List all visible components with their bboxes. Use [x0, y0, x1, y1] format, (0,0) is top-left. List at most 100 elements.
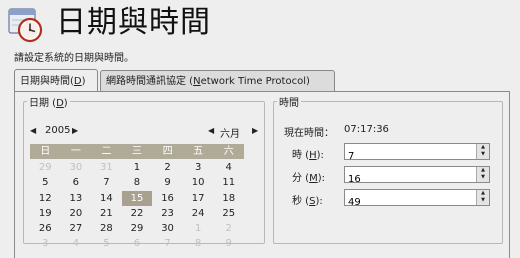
second-label-post: ): — [315, 196, 323, 207]
calendar-day[interactable]: 5 — [30, 175, 61, 190]
tab-date-time-mnemonic: D — [73, 76, 82, 87]
tab-ntp-mnemonic: N — [193, 76, 201, 87]
second-down-arrow-icon[interactable]: ▼ — [477, 197, 489, 204]
hour-label: 時 (H): — [292, 146, 324, 161]
calendar-nav: ◀ 2005 ▶ ◀ 六月 ▶ — [30, 125, 260, 140]
hour-label-post: ): — [316, 150, 324, 161]
weekday-label: 三 — [132, 146, 143, 157]
minute-label-pre: 分 ( — [292, 173, 310, 184]
calendar-grid: 29 30 31 1 2 3 4 5 6 7 8 9 10 11 12 13 14 15 16 17 18 19 20 21 2… — [30, 160, 244, 252]
calendar-day[interactable]: 7 — [152, 236, 183, 251]
calendar-day[interactable]: 8 — [122, 175, 153, 190]
current-time-label: 現在時間： — [284, 128, 334, 139]
weekday-label: 二 — [101, 146, 112, 157]
weekday-label: 四 — [162, 146, 173, 157]
calendar-day[interactable]: 21 — [91, 206, 122, 221]
date-legend-post: ) — [63, 98, 68, 109]
calendar-day[interactable]: 6 — [122, 236, 153, 251]
calendar-day[interactable]: 12 — [30, 191, 61, 206]
calendar-day[interactable]: 28 — [91, 221, 122, 236]
current-time-value: 07:17:36 — [344, 124, 389, 135]
calendar-day[interactable]: 25 — [213, 206, 244, 221]
second-spinbox: ▲▼ — [344, 189, 490, 210]
minute-spinbox: ▲▼ — [344, 166, 490, 187]
hour-input[interactable] — [345, 149, 479, 164]
calendar-day[interactable]: 30 — [61, 160, 92, 175]
time-frame: 時間 現在時間： 07:17:36 時 (H): ▲▼ 分 (M): ▲▼ 秒 … — [273, 94, 503, 244]
month-label: 六月 — [220, 129, 240, 140]
calendar-weekday-header: 日一二三四五六 — [30, 144, 244, 159]
calendar-day[interactable]: 4 — [213, 160, 244, 175]
tab-date-time-label-post: ) — [81, 76, 86, 87]
calendar-day[interactable]: 22 — [122, 206, 153, 221]
calendar-day[interactable]: 11 — [213, 175, 244, 190]
weekday-label: 六 — [223, 146, 234, 157]
calendar-clock-icon — [8, 8, 43, 43]
calendar-day[interactable]: 31 — [91, 160, 122, 175]
tab-ntp-label-pre: 網路時間通訊協定 ( — [106, 76, 194, 87]
calendar-day[interactable]: 7 — [91, 175, 122, 190]
calendar-day[interactable]: 2 — [152, 160, 183, 175]
calendar-day[interactable]: 16 — [152, 191, 183, 206]
tab-ntp-label-post: etwork Time Protocol) — [200, 76, 310, 87]
hour-spinbox: ▲▼ — [344, 143, 490, 164]
calendar-day[interactable]: 18 — [213, 191, 244, 206]
page-title: 日期與時間 — [56, 5, 211, 40]
calendar-day[interactable]: 14 — [91, 191, 122, 206]
calendar-day[interactable]: 8 — [183, 236, 214, 251]
page-subtitle: 請設定系統的日期與時間。 — [14, 53, 134, 64]
calendar-day[interactable]: 4 — [61, 236, 92, 251]
calendar-day[interactable]: 6 — [61, 175, 92, 190]
hour-label-pre: 時 ( — [292, 150, 310, 161]
date-frame: 日期 (D) ◀ 2005 ▶ ◀ 六月 ▶ 日一二三四五六 29 30 31 1 2 3… — [23, 94, 265, 249]
weekday-label: 一 — [70, 146, 81, 157]
hour-up-arrow-icon[interactable]: ▲ — [477, 144, 489, 151]
calendar-day[interactable]: 27 — [61, 221, 92, 236]
time-legend: 時間 — [279, 98, 299, 109]
date-legend-pre: 日期 ( — [29, 98, 57, 109]
calendar-day[interactable]: 17 — [183, 191, 214, 206]
tab-date-time[interactable]: 日期與時間(D) — [14, 69, 98, 92]
minute-down-arrow-icon[interactable]: ▼ — [477, 174, 489, 181]
calendar-day[interactable]: 9 — [152, 175, 183, 190]
tab-date-time-label-pre: 日期與時間( — [20, 76, 74, 87]
minute-mnemonic: M — [309, 173, 318, 184]
minute-label: 分 (M): — [292, 169, 325, 184]
minute-label-post: ): — [317, 173, 326, 184]
second-up-arrow-icon[interactable]: ▲ — [477, 190, 489, 197]
calendar-day[interactable]: 1 — [122, 160, 153, 175]
calendar-day[interactable]: 29 — [122, 221, 153, 236]
second-label: 秒 (S): — [292, 192, 323, 207]
calendar-day[interactable]: 26 — [30, 221, 61, 236]
calendar-day[interactable]: 10 — [183, 175, 214, 190]
calendar-day[interactable]: 20 — [61, 206, 92, 221]
tab-panel-date-time: 日期 (D) ◀ 2005 ▶ ◀ 六月 ▶ 日一二三四五六 29 30 31 1 2 3… — [14, 91, 510, 258]
second-input[interactable] — [345, 195, 479, 210]
minute-input[interactable] — [345, 172, 479, 187]
calendar-day[interactable]: 13 — [61, 191, 92, 206]
year-label: 2005 — [45, 125, 71, 136]
calendar-day[interactable]: 24 — [183, 206, 214, 221]
next-month-arrow-icon[interactable]: ▶ — [252, 126, 258, 135]
calendar-day[interactable]: 1 — [183, 221, 214, 236]
minute-up-arrow-icon[interactable]: ▲ — [477, 167, 489, 174]
calendar-day[interactable]: 29 — [30, 160, 61, 175]
weekday-label: 五 — [193, 146, 204, 157]
calendar-day[interactable]: 30 — [152, 221, 183, 236]
calendar-day[interactable]: 2 — [213, 221, 244, 236]
calendar-day[interactable]: 3 — [30, 236, 61, 251]
calendar-day[interactable]: 5 — [91, 236, 122, 251]
calendar-day-selected[interactable]: 15 — [121, 190, 153, 206]
prev-month-arrow-icon[interactable]: ◀ — [208, 126, 214, 135]
hour-down-arrow-icon[interactable]: ▼ — [477, 151, 489, 158]
weekday-label: 日 — [40, 146, 51, 157]
date-legend-mnemonic: D — [56, 98, 64, 109]
tab-ntp[interactable]: 網路時間通訊協定 (Network Time Protocol) — [100, 70, 335, 91]
second-label-pre: 秒 ( — [292, 196, 310, 207]
calendar-day[interactable]: 23 — [152, 206, 183, 221]
next-year-arrow-icon[interactable]: ▶ — [72, 126, 78, 135]
calendar-day[interactable]: 3 — [183, 160, 214, 175]
calendar-day[interactable]: 19 — [30, 206, 61, 221]
prev-year-arrow-icon[interactable]: ◀ — [30, 126, 36, 135]
calendar-day[interactable]: 9 — [213, 236, 244, 251]
